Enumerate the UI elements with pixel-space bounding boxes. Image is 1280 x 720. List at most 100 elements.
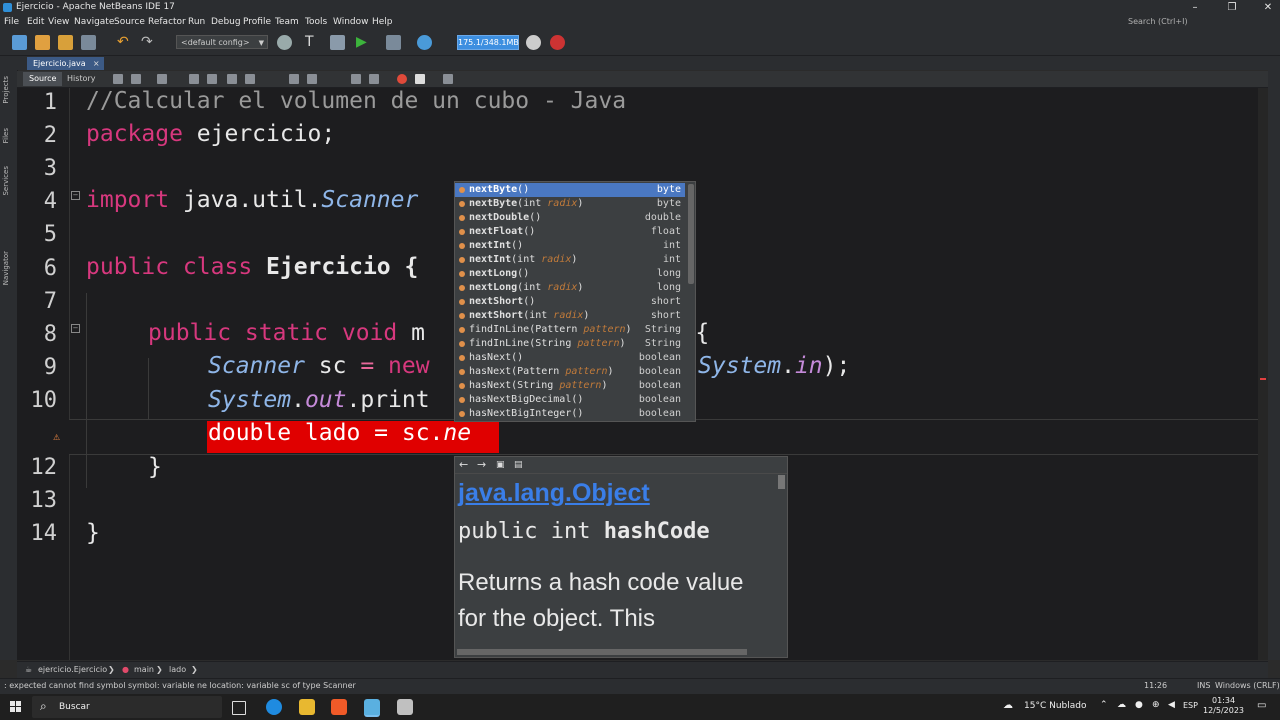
windows-start-icon[interactable] xyxy=(10,701,22,713)
task-view-icon[interactable] xyxy=(232,701,246,715)
taskbar-clock[interactable]: 01:34 12/5/2023 xyxy=(1203,696,1244,716)
shift-right-icon[interactable] xyxy=(369,74,379,84)
sidebar-projects[interactable]: Projects xyxy=(2,76,10,104)
find-previous-icon[interactable] xyxy=(207,74,217,84)
save-all-icon[interactable] xyxy=(81,35,96,50)
breadcrumb-method[interactable]: main xyxy=(134,665,154,674)
profile-icon[interactable] xyxy=(417,35,432,50)
close-window-button[interactable]: ✕ xyxy=(1257,1,1279,14)
completion-item[interactable]: nextLong(int radix) long xyxy=(455,281,685,295)
volume-icon[interactable]: ◀ xyxy=(1168,700,1175,710)
breadcrumb-class[interactable]: ejercicio.Ejercicio xyxy=(38,665,107,674)
completion-item[interactable]: nextShort() short xyxy=(455,295,685,309)
back-arrow-icon[interactable]: ← xyxy=(459,458,468,471)
completion-item[interactable]: findInLine(String pattern) String xyxy=(455,337,685,351)
config-select[interactable]: <default config> ▼ xyxy=(176,35,268,49)
completion-item[interactable]: nextByte(int radix) byte xyxy=(455,197,685,211)
line-ending[interactable]: Windows (CRLF) xyxy=(1215,681,1280,690)
goto-source-icon[interactable]: ▤ xyxy=(514,460,523,470)
gc-icon[interactable] xyxy=(526,35,541,50)
completion-scrollbar[interactable] xyxy=(688,184,694,284)
completion-item[interactable]: nextShort(int radix) short xyxy=(455,309,685,323)
menu-file[interactable]: File xyxy=(4,17,19,27)
menu-refactor[interactable]: Refactor xyxy=(148,17,186,27)
menu-run[interactable]: Run xyxy=(188,17,205,27)
menu-help[interactable]: Help xyxy=(372,17,393,27)
maximize-button[interactable]: ❐ xyxy=(1221,1,1243,14)
open-project-icon[interactable] xyxy=(58,35,73,50)
minimize-button[interactable]: – xyxy=(1184,1,1206,14)
shift-left-icon[interactable] xyxy=(351,74,361,84)
menu-team[interactable]: Team xyxy=(275,17,299,27)
notifications-icon[interactable]: ▭ xyxy=(1257,700,1266,711)
sidebar-services[interactable]: Services xyxy=(2,166,10,196)
cloud-sync-icon[interactable]: ☁ xyxy=(1117,700,1126,710)
memory-indicator[interactable]: 175.1/348.1MB xyxy=(457,35,519,50)
language-indicator[interactable]: ESP xyxy=(1183,701,1198,710)
completion-item[interactable]: nextLong() long xyxy=(455,267,685,281)
file-explorer-icon[interactable] xyxy=(299,699,315,715)
menu-source[interactable]: Source xyxy=(114,17,145,27)
forward-arrow-icon[interactable]: → xyxy=(477,458,486,471)
sidebar-navigator[interactable]: Navigator xyxy=(2,251,10,285)
tab-ejercicio-java[interactable]: Ejercicio.java × xyxy=(27,57,104,70)
caret-position[interactable]: 11:26 xyxy=(1144,681,1167,690)
tab-source[interactable]: Source xyxy=(23,72,63,86)
build-icon[interactable] xyxy=(277,35,292,50)
taskbar-search[interactable]: ⌕ Buscar xyxy=(32,696,222,718)
run-icon[interactable]: ▶ xyxy=(356,35,371,50)
code-completion-popup[interactable]: nextByte() byte nextByte(int radix) byte nex… xyxy=(454,181,696,422)
hammer-icon[interactable] xyxy=(330,35,345,50)
weather-text[interactable]: 15°C Nublado xyxy=(1024,701,1086,711)
completion-item[interactable]: hasNext() boolean xyxy=(455,351,685,365)
previous-bookmark-icon[interactable] xyxy=(289,74,299,84)
breadcrumb-variable[interactable]: lado xyxy=(169,665,186,674)
fold-toggle-icon[interactable]: − xyxy=(71,191,80,200)
error-marker[interactable] xyxy=(1260,378,1266,380)
comment-icon[interactable] xyxy=(443,74,453,84)
completion-item[interactable]: hasNextBigInteger() boolean xyxy=(455,407,685,421)
undo-icon[interactable]: ↶ xyxy=(117,35,132,50)
new-file-icon[interactable] xyxy=(35,35,50,50)
chevron-up-icon[interactable]: ⌃ xyxy=(1100,700,1108,710)
completion-item[interactable]: nextInt(int radix) int xyxy=(455,253,685,267)
completion-item[interactable]: hasNextBigDecimal() boolean xyxy=(455,393,685,407)
app-taskbar-icon[interactable] xyxy=(397,699,413,715)
close-tab-icon[interactable]: × xyxy=(93,57,100,70)
clean-build-icon[interactable]: T xyxy=(305,35,320,50)
edge-icon[interactable] xyxy=(266,699,282,715)
stop-macro-icon[interactable] xyxy=(415,74,425,84)
completion-item[interactable]: nextDouble() double xyxy=(455,211,685,225)
completion-item[interactable]: hasNext(Pattern pattern) boolean xyxy=(455,365,685,379)
network-icon[interactable]: ⊕ xyxy=(1152,700,1160,710)
menu-window[interactable]: Window xyxy=(333,17,369,27)
javadoc-class-link[interactable]: java.lang.Object xyxy=(458,479,650,508)
ide-search-input[interactable]: Search (Ctrl+I) xyxy=(1128,17,1188,26)
menu-tools[interactable]: Tools xyxy=(305,17,327,27)
debug-icon[interactable] xyxy=(386,35,401,50)
netbeans-taskbar-icon[interactable] xyxy=(364,699,380,717)
menu-navigate[interactable]: Navigate xyxy=(74,17,114,27)
completion-item[interactable]: nextFloat() float xyxy=(455,225,685,239)
menu-profile[interactable]: Profile xyxy=(243,17,271,27)
stop-gc-icon[interactable] xyxy=(550,35,565,50)
javadoc-hscrollbar[interactable] xyxy=(457,649,747,655)
editor-error-stripe[interactable] xyxy=(1258,88,1268,660)
completion-item[interactable]: findInLine(Pattern pattern) String xyxy=(455,323,685,337)
fold-toggle-icon[interactable]: − xyxy=(71,324,80,333)
menu-debug[interactable]: Debug xyxy=(211,17,241,27)
find-next-icon[interactable] xyxy=(227,74,237,84)
microphone-icon[interactable]: ● xyxy=(1135,700,1143,710)
toggle-highlight-icon[interactable] xyxy=(245,74,255,84)
last-edit-icon[interactable] xyxy=(113,74,123,84)
back-icon[interactable] xyxy=(131,74,141,84)
javadoc-vscrollbar[interactable] xyxy=(778,475,785,489)
new-project-icon[interactable] xyxy=(12,35,27,50)
sidebar-files[interactable]: Files xyxy=(2,128,10,143)
forward-icon[interactable] xyxy=(157,74,167,84)
menu-view[interactable]: View xyxy=(48,17,69,27)
completion-item[interactable]: nextByte() byte xyxy=(455,183,685,197)
completion-item[interactable]: nextInt() int xyxy=(455,239,685,253)
next-bookmark-icon[interactable] xyxy=(307,74,317,84)
start-macro-icon[interactable] xyxy=(397,74,407,84)
